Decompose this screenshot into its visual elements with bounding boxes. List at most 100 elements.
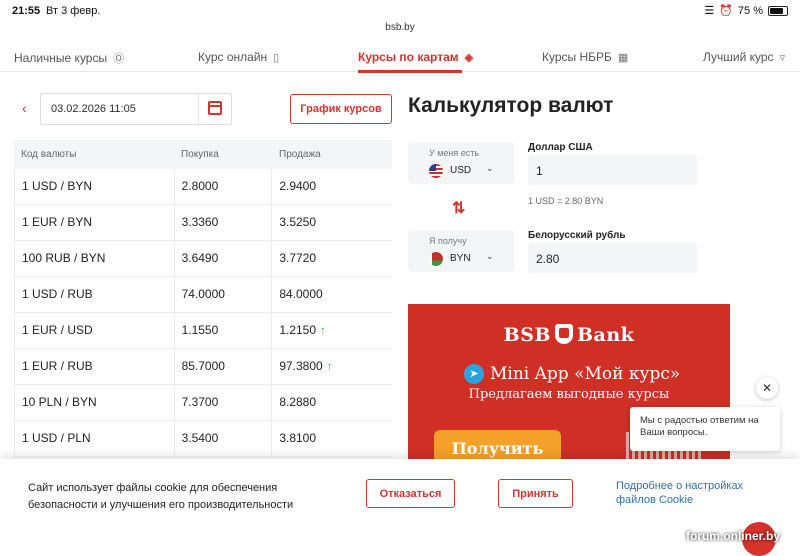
- table-body: 1 USD / BYN 2.8000 2.9400 1 EUR / BYN 3.3360…: [14, 169, 392, 457]
- sell-rate-cell: 8.2880: [272, 385, 392, 420]
- chevron-down-icon: ⌄: [486, 163, 494, 173]
- banner-subtitle: Предлагаем выгодные курсы: [468, 387, 670, 402]
- get-code: BYN: [450, 253, 471, 264]
- buy-rate: 3.5400: [175, 421, 273, 456]
- tab-label: Курс онлайн: [198, 50, 268, 64]
- cookie-text: Сайт использует файлы cookie для обеспеч…: [28, 482, 294, 511]
- chat-close-button[interactable]: ✕: [756, 377, 778, 399]
- telegram-icon: ➤: [464, 364, 484, 384]
- sell-rate: 3.5250: [279, 215, 317, 229]
- prev-date-chevron-icon[interactable]: ‹: [22, 100, 27, 116]
- get-label: Я получу: [429, 236, 467, 246]
- status-time: 21:55: [12, 5, 41, 17]
- chevron-down-icon: ⌄: [486, 251, 494, 261]
- phone-icon: ▯: [273, 51, 280, 64]
- calculator-title: Калькулятор валют: [408, 94, 614, 117]
- status-right: ☰ ⏰ 75 %: [704, 4, 788, 17]
- tab-best-rate[interactable]: Лучший курс ▿: [703, 50, 785, 64]
- sell-rate: 97.3800: [279, 359, 323, 373]
- status-bar: 21:55 Вт 3 февр. ☰ ⏰ 75 %: [0, 0, 800, 22]
- table-row: 1 EUR / USD 1.1550 1.2150 ↑: [14, 313, 392, 349]
- buy-rate: 3.6490: [175, 241, 273, 276]
- have-currency-select[interactable]: У меня есть USD ⌄: [408, 142, 514, 184]
- table-row: 1 USD / BYN 2.8000 2.9400: [14, 169, 392, 205]
- refuse-cookies-button[interactable]: Отказаться: [366, 479, 455, 508]
- mini-app-title: Mini App «Мой курс»: [490, 364, 681, 384]
- have-code: USD: [450, 165, 472, 176]
- buy-rate: 2.8000: [175, 169, 273, 204]
- have-label: У меня есть: [429, 148, 480, 158]
- sell-rate: 3.8100: [279, 431, 317, 445]
- table-row: 1 USD / RUB 74.0000 84.0000: [14, 277, 392, 313]
- get-currency-name: Белорусский рубль: [528, 230, 626, 241]
- bsb-bank-logo: BSB Bank: [408, 324, 730, 346]
- tab-label: Наличные курсы: [14, 51, 108, 65]
- buy-rate: 85.7000: [175, 349, 273, 384]
- currency-pair: 1 EUR / USD: [15, 313, 175, 348]
- buy-rate: 1.1550: [175, 313, 273, 348]
- table-row: 100 RUB / BYN 3.6490 3.7720: [14, 241, 392, 277]
- brand-right: Bank: [576, 324, 635, 346]
- currency-pair: 10 PLN / BYN: [15, 385, 175, 420]
- watermark: forum.onliner.by: [685, 529, 780, 543]
- table-row: 1 USD / PLN 3.5400 3.8100: [14, 421, 392, 457]
- table-row: 1 EUR / BYN 3.3360 3.5250: [14, 205, 392, 241]
- header-sell: Продажа: [279, 149, 321, 160]
- calendar-icon[interactable]: [208, 101, 222, 115]
- have-currency-name: Доллар США: [528, 142, 593, 153]
- currency-pair: 1 USD / PLN: [15, 421, 175, 456]
- tab-card-rates[interactable]: Курсы по картам ◈: [358, 50, 473, 64]
- get-currency-select[interactable]: Я получу BYN ⌄: [408, 230, 514, 272]
- currency-pair: 1 EUR / BYN: [15, 205, 175, 240]
- rates-chart-button[interactable]: График курсов: [290, 94, 392, 124]
- sell-rate-cell: 1.2150 ↑: [272, 313, 392, 348]
- table-header: Код валюты Покупка Продажа: [14, 140, 392, 169]
- header-buy: Покупка: [181, 149, 219, 160]
- date-value: 03.02.2026 11:05: [51, 103, 136, 115]
- currency-pair: 100 RUB / BYN: [15, 241, 175, 276]
- cookie-settings-link[interactable]: Подробнее о настройках файлов Cookie: [616, 479, 766, 507]
- sell-rate-cell: 3.8100: [272, 421, 392, 456]
- sell-rate: 3.7720: [279, 251, 317, 265]
- date-divider: [198, 94, 199, 124]
- by-flag-icon: [429, 252, 443, 266]
- sell-rate-cell: 3.5250: [272, 205, 392, 240]
- tab-cash-rates[interactable]: Наличные курсы Ⓞ: [14, 50, 124, 66]
- arrow-up-icon: ↑: [320, 323, 327, 337]
- sell-rate-cell: 2.9400: [272, 169, 392, 204]
- currency-pair: 1 EUR / RUB: [15, 349, 175, 384]
- buy-rate: 7.3700: [175, 385, 273, 420]
- chevron-down-icon: ▿: [779, 51, 786, 64]
- get-amount-input[interactable]: 2.80: [528, 243, 697, 273]
- bottom-strip: [0, 529, 800, 556]
- tab-label: Курсы по картам: [358, 50, 459, 64]
- address-bar[interactable]: bsb.by: [0, 22, 800, 33]
- have-amount-input[interactable]: 1: [528, 155, 697, 185]
- dollar-icon: Ⓞ: [113, 53, 125, 65]
- table-row: 10 PLN / BYN 7.3700 8.2880: [14, 385, 392, 421]
- shield-icon: [554, 324, 573, 344]
- battery-icon: [768, 5, 788, 16]
- cookie-banner: Сайт использует файлы cookie для обеспеч…: [0, 459, 800, 529]
- battery-percent: 75 %: [737, 4, 763, 17]
- alarm-icon: ⏰: [719, 5, 733, 17]
- tab-label: Курсы НБРБ: [542, 50, 612, 64]
- tab-nbrb-rates[interactable]: Курсы НБРБ ▦: [542, 50, 628, 64]
- sell-rate-cell: 3.7720: [272, 241, 392, 276]
- sell-rate: 8.2880: [279, 395, 317, 409]
- sell-rate-cell: 97.3800 ↑: [272, 349, 392, 384]
- chat-bubble[interactable]: Мы с радостью ответим на Ваши вопросы.: [630, 407, 780, 451]
- table-row: 1 EUR / RUB 85.7000 97.3800 ↑: [14, 349, 392, 385]
- buy-rate: 74.0000: [175, 277, 273, 312]
- tab-online-rate[interactable]: Курс онлайн ▯: [198, 50, 279, 64]
- accept-cookies-button[interactable]: Принять: [498, 479, 573, 508]
- building-icon: ▦: [617, 51, 629, 64]
- conversion-rate-note: 1 USD = 2.80 BYN: [528, 196, 604, 206]
- active-tab-indicator: [358, 70, 462, 73]
- date-picker[interactable]: 03.02.2026 11:05: [40, 93, 232, 125]
- currency-pair: 1 USD / RUB: [15, 277, 175, 312]
- sell-rate: 1.2150: [279, 323, 317, 337]
- swap-arrows-icon[interactable]: ⇅: [452, 198, 465, 218]
- arrow-up-icon: ↑: [326, 359, 333, 373]
- currency-pair: 1 USD / BYN: [15, 169, 175, 204]
